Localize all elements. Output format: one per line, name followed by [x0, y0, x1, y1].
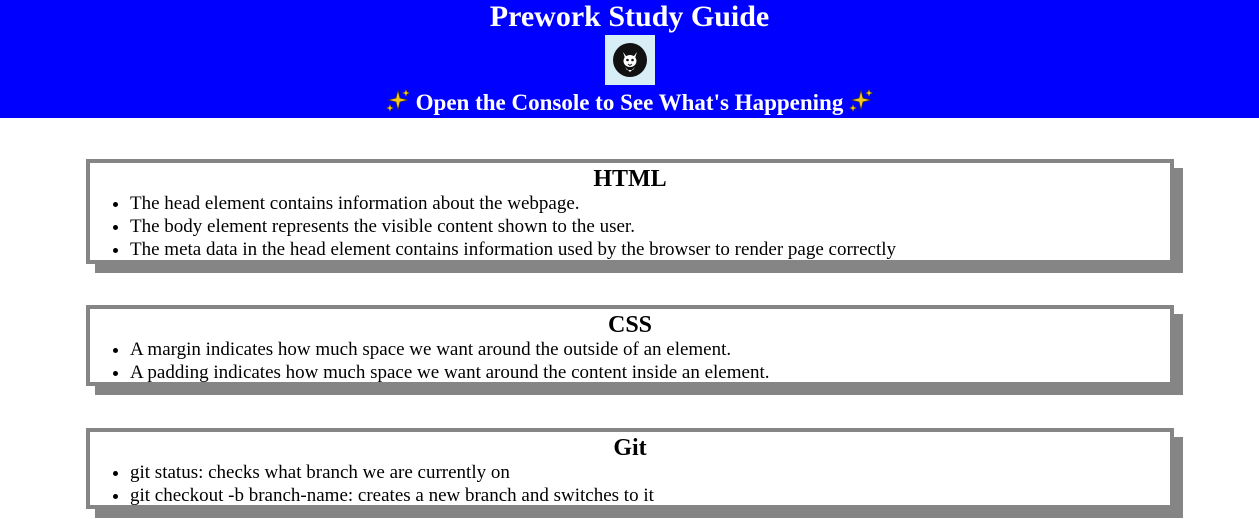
logo: [604, 35, 655, 85]
section-list: git status: checks what branch we are cu…: [90, 461, 1170, 507]
section-list: A margin indicates how much space we wan…: [90, 338, 1170, 384]
site-header: Prework Study Guide Open the Console to …: [0, 0, 1259, 118]
section-list: The head element contains information ab…: [90, 192, 1170, 261]
cat-logo-icon: [612, 43, 647, 77]
sparkles-icon: [848, 88, 875, 121]
list-item: A margin indicates how much space we wan…: [130, 338, 1170, 361]
list-item: The head element contains information ab…: [130, 192, 1170, 215]
sparkles-icon: [384, 88, 411, 121]
list-item: The body element represents the visible …: [130, 215, 1170, 238]
list-item: The meta data in the head element contai…: [130, 238, 1170, 261]
list-item: git checkout -b branch-name: creates a n…: [130, 484, 1170, 507]
section-html: HTML The head element contains informati…: [86, 159, 1174, 264]
section-heading: Git: [613, 435, 647, 461]
list-item: A padding indicates how much space we wa…: [130, 361, 1170, 384]
section-css: CSS A margin indicates how much space we…: [86, 305, 1174, 386]
list-item: git status: checks what branch we are cu…: [130, 461, 1170, 484]
section-git: Git git status: checks what branch we ar…: [86, 428, 1174, 509]
subtitle-text: Open the Console to See What's Happening: [415, 90, 844, 115]
page-title: Prework Study Guide: [489, 0, 770, 33]
subtitle: Open the Console to See What's Happening: [0, 87, 1259, 121]
section-heading: CSS: [607, 312, 653, 338]
section-heading: HTML: [593, 166, 667, 192]
